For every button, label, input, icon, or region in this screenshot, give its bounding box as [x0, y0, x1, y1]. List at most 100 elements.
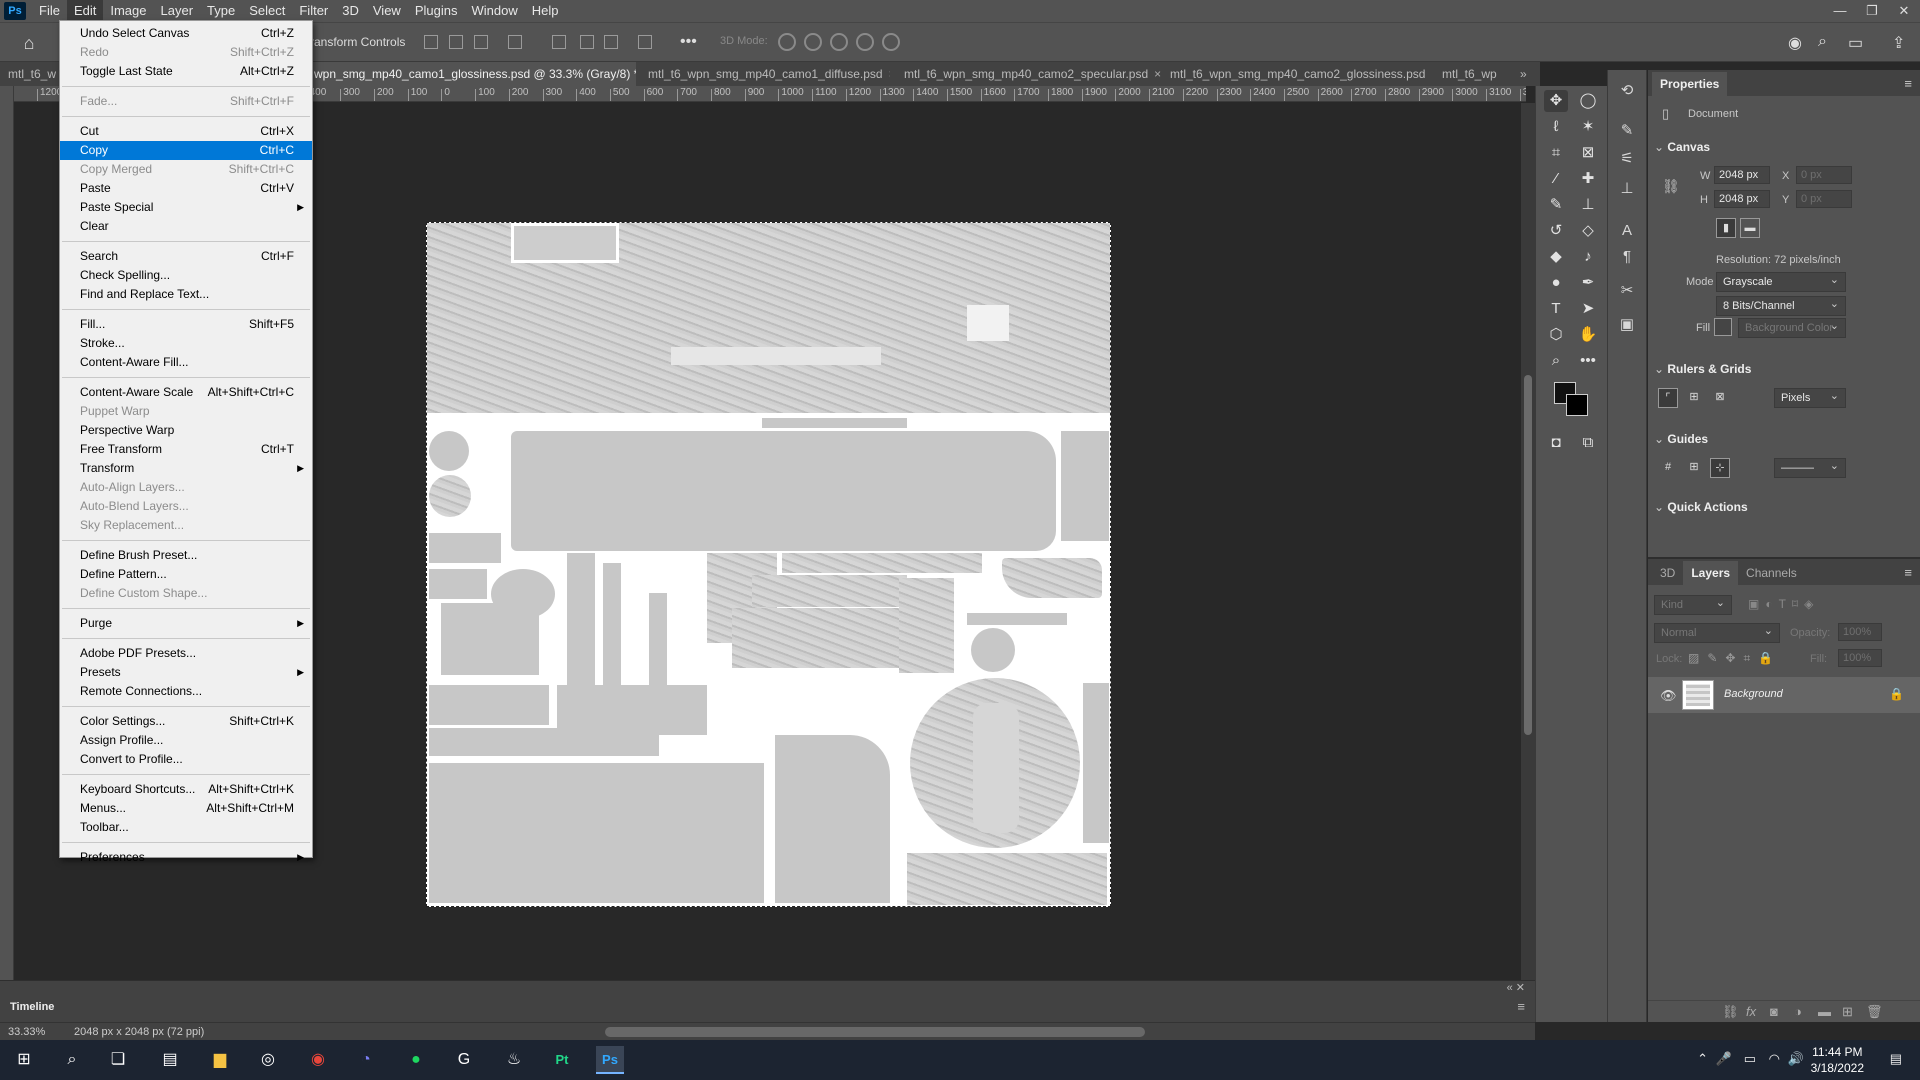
portrait-orientation-icon[interactable]: ▮: [1716, 218, 1736, 238]
restore-icon[interactable]: ❐: [1856, 0, 1888, 22]
lasso-tool-icon[interactable]: ℓ: [1544, 116, 1568, 138]
vertical-scrollbar[interactable]: [1521, 103, 1535, 983]
menu-item[interactable]: Paste Special ▶: [60, 198, 312, 217]
task-view-icon[interactable]: ❏: [104, 1046, 132, 1074]
align-middle-icon[interactable]: [580, 35, 594, 49]
pixel-grid-icon[interactable]: ⊠: [1710, 388, 1730, 408]
new-group-icon[interactable]: ▬: [1818, 1004, 1831, 1019]
mode-dropdown[interactable]: Grayscale: [1716, 271, 1846, 292]
microphone-icon[interactable]: 🎤: [1716, 1051, 1732, 1067]
roll-3d-icon[interactable]: [804, 33, 822, 51]
align-right-icon[interactable]: [474, 35, 488, 49]
search-icon[interactable]: ⌕: [1818, 33, 1827, 51]
menu-item[interactable]: Keyboard Shortcuts... Alt+Shift+Ctrl+K: [60, 780, 312, 799]
doc-tab-active[interactable]: wpn_smg_mp40_camo1_glossiness.psd @ 33.3…: [306, 62, 636, 86]
discord-icon[interactable]: ◔: [352, 1046, 380, 1074]
fill-color-swatch[interactable]: [1714, 318, 1732, 336]
tab-channels[interactable]: Channels: [1738, 561, 1805, 585]
guides-section-title[interactable]: Guides: [1654, 432, 1708, 446]
fill-dropdown[interactable]: Background Color: [1738, 317, 1846, 338]
rulers-grids-section-title[interactable]: Rulers & Grids: [1654, 362, 1751, 376]
y-field[interactable]: 0 px: [1796, 190, 1852, 208]
menu-item[interactable]: Remote Connections...: [60, 682, 312, 701]
menu-item[interactable]: Presets ▶: [60, 663, 312, 682]
menu-item[interactable]: Menus... Alt+Shift+Ctrl+M: [60, 799, 312, 818]
steam-icon[interactable]: ♨: [500, 1046, 528, 1074]
eraser-icon[interactable]: ◇: [1576, 220, 1600, 242]
orbit-3d-icon[interactable]: [778, 33, 796, 51]
timeline-label[interactable]: Timeline: [10, 1001, 54, 1013]
menu-item[interactable]: Stroke...: [60, 334, 312, 353]
marquee-tool-icon[interactable]: ◯: [1576, 90, 1600, 112]
layer-name[interactable]: Background: [1724, 688, 1783, 700]
clone-stamp-icon[interactable]: ⊥: [1576, 194, 1600, 216]
fx-icon[interactable]: fx: [1746, 1004, 1756, 1019]
link-layers-icon[interactable]: ⛓: [1722, 1004, 1739, 1020]
scrollbar-thumb[interactable]: [1524, 375, 1532, 735]
hand-tool-icon[interactable]: ✋: [1576, 324, 1600, 346]
smudge-icon[interactable]: ♪: [1576, 246, 1600, 268]
chrome-icon[interactable]: ◉: [304, 1046, 332, 1074]
ruler-toggle-icon[interactable]: ⌜: [1658, 388, 1678, 408]
menu-help[interactable]: Help: [525, 0, 566, 22]
menu-item[interactable]: Fill... Shift+F5: [60, 315, 312, 334]
menu-type[interactable]: Type: [200, 0, 242, 22]
bit-depth-dropdown[interactable]: 8 Bits/Channel: [1716, 295, 1846, 316]
menu-item[interactable]: Assign Profile...: [60, 731, 312, 750]
doc-tab[interactable]: mtl_t6_wpn_smg_mp40_camo2_glossiness.psd…: [1162, 62, 1432, 86]
tab-3d[interactable]: 3D: [1652, 561, 1683, 585]
add-mask-icon[interactable]: ◙: [1770, 1004, 1778, 1019]
menu-plugins[interactable]: Plugins: [408, 0, 465, 22]
document-info[interactable]: 2048 px x 2048 px (72 ppi): [74, 1026, 204, 1038]
menu-item[interactable]: Perspective Warp: [60, 421, 312, 440]
menu-select[interactable]: Select: [242, 0, 292, 22]
logitech-icon[interactable]: G: [450, 1046, 478, 1074]
menu-item[interactable]: Find and Replace Text...: [60, 285, 312, 304]
lock-icon[interactable]: 🔒: [1889, 687, 1904, 701]
tray-overflow-icon[interactable]: ⌃: [1697, 1051, 1708, 1067]
crop-tool-icon[interactable]: ⌗: [1544, 142, 1568, 164]
document-canvas[interactable]: [426, 222, 1111, 907]
brush-tool-icon[interactable]: ✎: [1544, 194, 1568, 216]
tab-properties[interactable]: Properties: [1652, 72, 1728, 96]
explorer-alt-icon[interactable]: ▤: [156, 1046, 184, 1074]
quick-mask-icon[interactable]: ◘: [1544, 432, 1568, 454]
menu-item[interactable]: Undo Select Canvas Ctrl+Z: [60, 24, 312, 43]
dodge-tool-icon[interactable]: ●: [1544, 272, 1568, 294]
background-color-swatch[interactable]: [1566, 394, 1588, 416]
menu-item[interactable]: Check Spelling...: [60, 266, 312, 285]
app-icon[interactable]: ◎: [254, 1046, 282, 1074]
scale-3d-icon[interactable]: [882, 33, 900, 51]
panel-menu-icon[interactable]: ≡: [1517, 999, 1525, 1014]
pycharm-icon[interactable]: Pt: [548, 1046, 576, 1074]
link-icon[interactable]: ⛓: [1662, 178, 1680, 195]
menu-item[interactable]: Toggle Last State Alt+Ctrl+Z: [60, 62, 312, 81]
tabs-overflow-icon[interactable]: »: [1512, 62, 1538, 86]
more-tools-icon[interactable]: •••: [1576, 350, 1600, 372]
frame-tool-icon[interactable]: ⊠: [1576, 142, 1600, 164]
tab-close-icon[interactable]: ×: [889, 67, 890, 81]
align-center-icon[interactable]: [449, 35, 463, 49]
layer-row[interactable]: 👁 Background 🔒: [1648, 677, 1920, 713]
opacity-field[interactable]: 100%: [1838, 623, 1882, 641]
zoom-tool-icon[interactable]: ⌕: [1544, 350, 1568, 372]
layer-filter-dropdown[interactable]: Kind: [1654, 594, 1732, 615]
menu-image[interactable]: Image: [103, 0, 153, 22]
guides-toggle-icon[interactable]: #: [1658, 458, 1678, 478]
distribute-icon[interactable]: [508, 35, 522, 49]
menu-item[interactable]: Free Transform Ctrl+T: [60, 440, 312, 459]
tool-presets-icon[interactable]: ✂: [1616, 280, 1638, 302]
menu-item[interactable]: Adobe PDF Presets...: [60, 644, 312, 663]
menu-layer[interactable]: Layer: [154, 0, 201, 22]
menu-item[interactable]: Color Settings... Shift+Ctrl+K: [60, 712, 312, 731]
canvas-section-title[interactable]: Canvas: [1654, 140, 1710, 154]
collapse-panel-icon[interactable]: « ✕: [1507, 981, 1525, 994]
transform-controls-label[interactable]: ransform Controls: [310, 35, 405, 49]
align-left-icon[interactable]: [424, 35, 438, 49]
menu-item[interactable]: Content-Aware Scale Alt+Shift+Ctrl+C: [60, 383, 312, 402]
paragraph-panel-icon[interactable]: ¶: [1616, 246, 1638, 268]
doc-tab[interactable]: mtl_t6_wp: [1434, 62, 1510, 86]
vertical-ruler[interactable]: [0, 86, 14, 980]
menu-item[interactable]: Toolbar...: [60, 818, 312, 837]
menu-view[interactable]: View: [366, 0, 408, 22]
